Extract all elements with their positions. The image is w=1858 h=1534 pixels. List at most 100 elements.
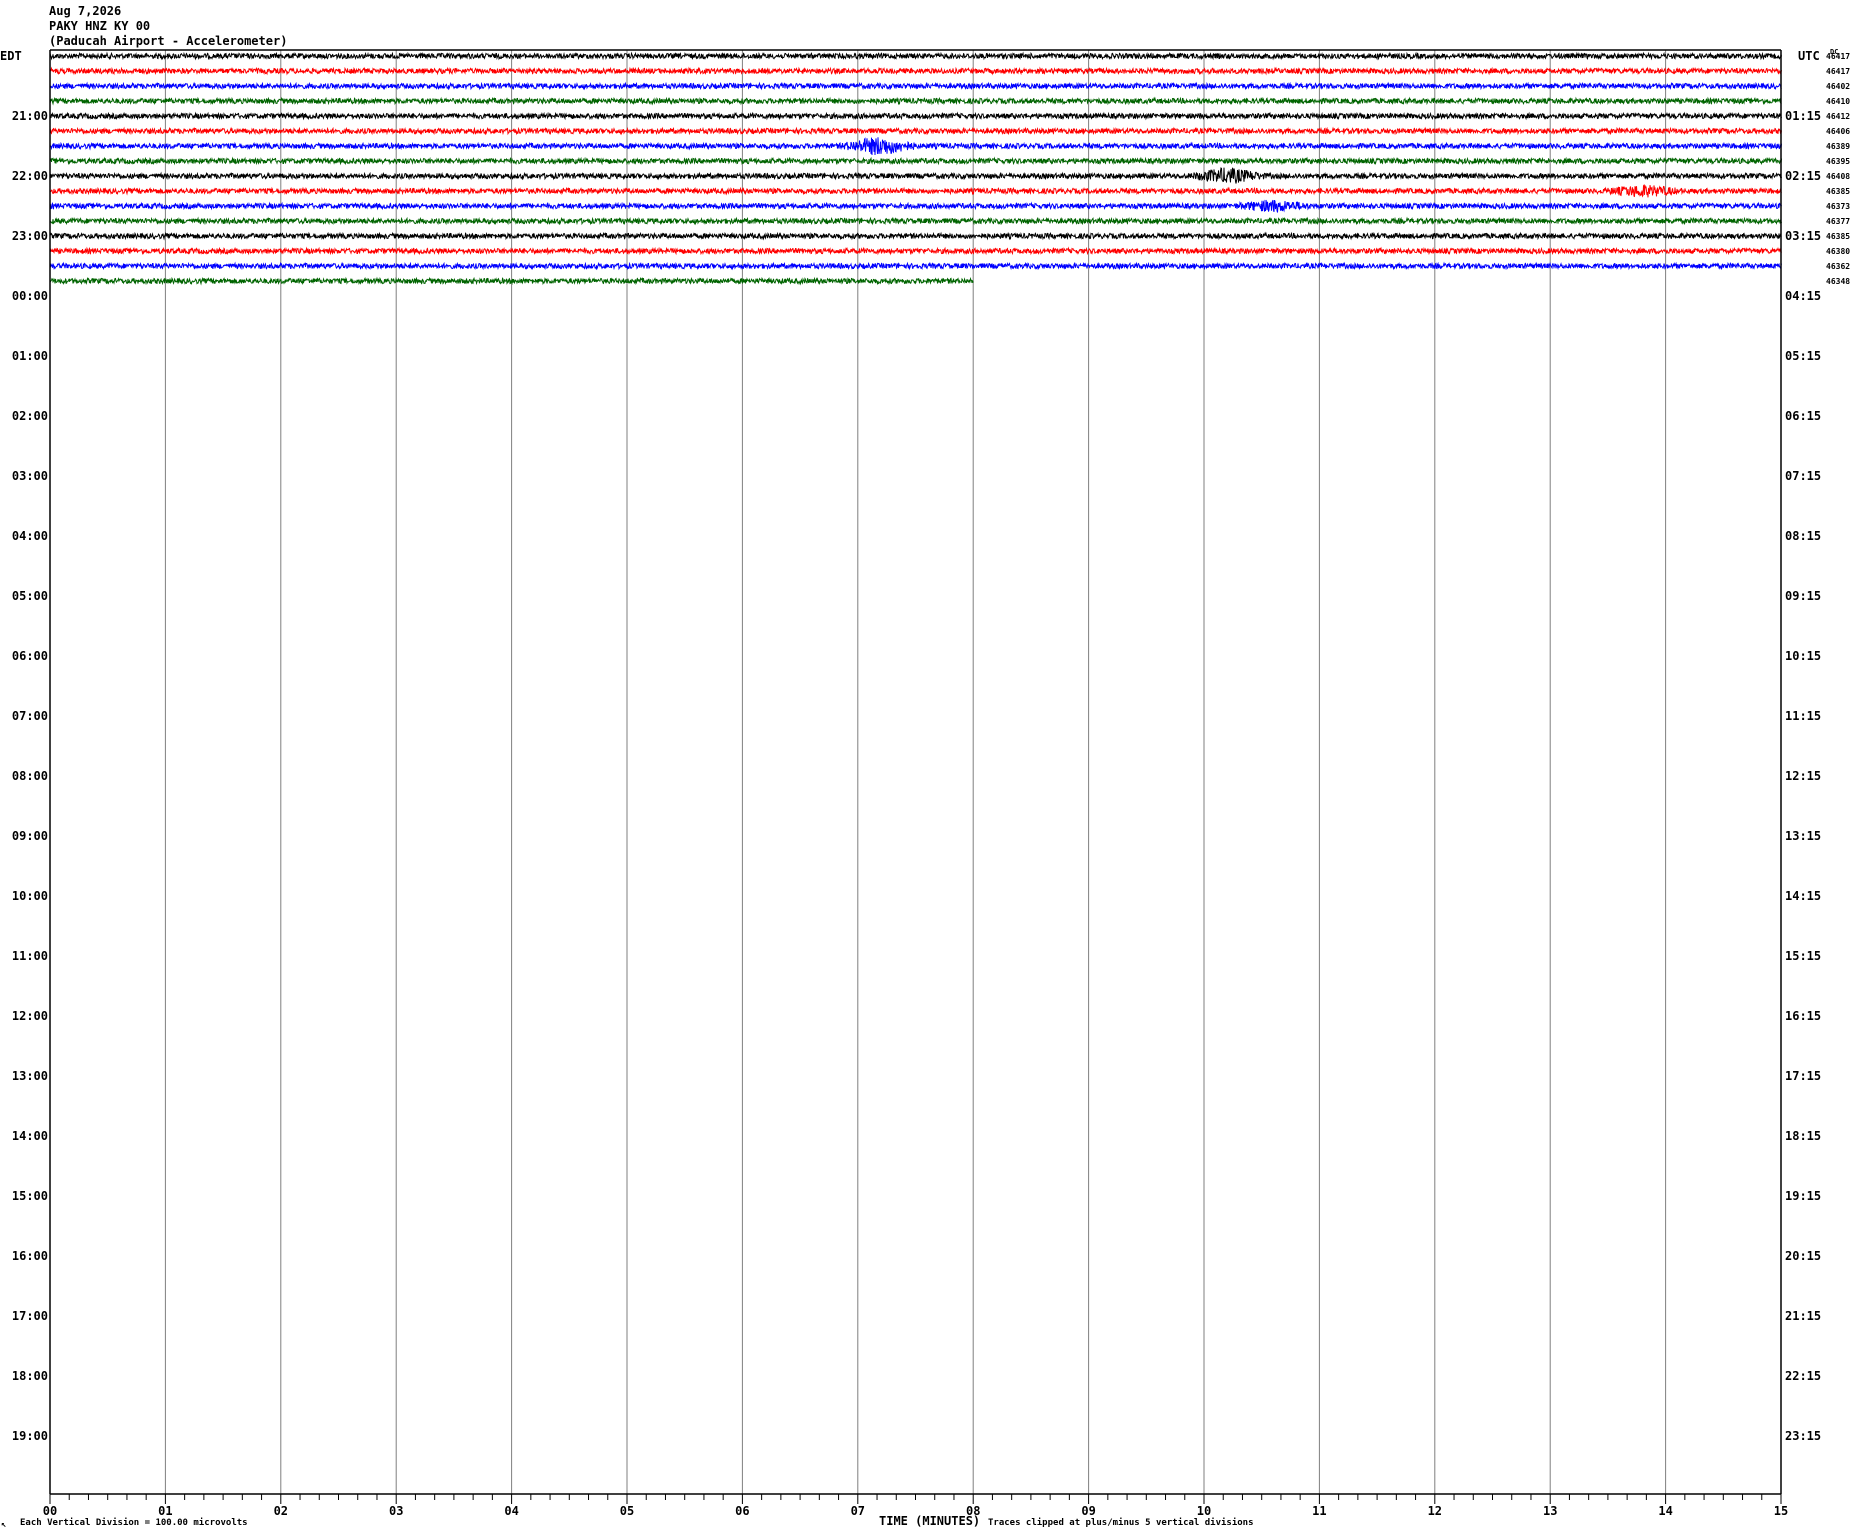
right-hour-label: 20:15 [1785,1249,1821,1263]
footer-clipping-note: Traces clipped at plus/minus 5 vertical … [988,1517,1254,1528]
right-hour-label: 04:15 [1785,289,1821,303]
left-timezone-label: EDT [0,49,22,63]
left-hour-label: 00:00 [12,289,48,303]
trace-count-label: 46385 [1826,232,1850,241]
right-hour-label: 18:15 [1785,1129,1821,1143]
x-tick-label: 02 [274,1504,288,1518]
x-tick-label: 11 [1312,1504,1326,1518]
left-hour-label: 02:00 [12,409,48,423]
corner-mark: ↖ [1,1520,6,1530]
right-hour-label: 19:15 [1785,1189,1821,1203]
left-hour-label: 22:00 [12,169,48,183]
trace-count-label: 46380 [1826,247,1850,256]
trace-7 [49,137,1782,156]
left-hour-label: 10:00 [12,889,48,903]
left-hour-label: 11:00 [12,949,48,963]
right-hour-label: 06:15 [1785,409,1821,423]
right-timezone-label: UTC [1798,49,1820,63]
x-tick-label: 14 [1658,1504,1672,1518]
left-hour-label: 03:00 [12,469,48,483]
trace-9 [49,167,1782,184]
right-hour-label: 12:15 [1785,769,1821,783]
right-hour-label: 09:15 [1785,589,1821,603]
x-tick-label: 05 [620,1504,634,1518]
right-hour-label: 01:15 [1785,109,1821,123]
seismic-traces [49,51,1782,286]
left-hour-label: 08:00 [12,769,48,783]
x-tick-label: 07 [851,1504,865,1518]
trace-count-label: 46395 [1826,157,1850,166]
trace-1 [49,51,1782,61]
left-hour-label: 18:00 [12,1369,48,1383]
left-hour-label: 17:00 [12,1309,48,1323]
trace-5 [49,111,1782,121]
x-tick-label: 01 [158,1504,172,1518]
right-hour-label: 08:15 [1785,529,1821,543]
x-axis-ticks [49,1494,1782,1504]
trace-count-label: 46402 [1826,82,1850,91]
trace-count-label: 46377 [1826,217,1850,226]
trace-14 [49,246,1782,256]
right-hour-label: 07:15 [1785,469,1821,483]
right-hour-label: 05:15 [1785,349,1821,363]
trace-3 [49,81,1782,91]
right-hour-label: 02:15 [1785,169,1821,183]
x-tick-label: 13 [1543,1504,1557,1518]
trace-4 [49,96,1782,106]
left-hour-label: 21:00 [12,109,48,123]
trace-8 [49,156,1782,166]
trace-15 [49,261,1782,271]
trace-count-label: 46373 [1826,202,1850,211]
right-hour-label: 11:15 [1785,709,1821,723]
left-hour-label: 07:00 [12,709,48,723]
right-hour-label: 23:15 [1785,1429,1821,1443]
trace-count-label: 46406 [1826,127,1850,136]
trace-count-label: 46410 [1826,97,1850,106]
trace-count-label: 46412 [1826,112,1850,121]
trace-6 [49,126,1782,136]
trace-count-label: 46385 [1826,187,1850,196]
x-tick-label: 10 [1197,1504,1211,1518]
trace-count-label: 46408 [1826,172,1850,181]
x-tick-label: 06 [735,1504,749,1518]
left-hour-label: 06:00 [12,649,48,663]
right-hour-label: 17:15 [1785,1069,1821,1083]
x-tick-label: 15 [1774,1504,1788,1518]
trace-count-label: 46389 [1826,142,1850,151]
x-tick-label: 00 [43,1504,57,1518]
trace-count-label: 46362 [1826,262,1850,271]
right-hour-label: 10:15 [1785,649,1821,663]
right-hour-label: 15:15 [1785,949,1821,963]
right-hour-label: 03:15 [1785,229,1821,243]
trace-count-label: 46417 [1826,67,1850,76]
x-tick-label: 03 [389,1504,403,1518]
right-hour-label: 16:15 [1785,1009,1821,1023]
trace-10 [49,183,1782,198]
right-hour-label: 13:15 [1785,829,1821,843]
left-hour-label: 01:00 [12,349,48,363]
footer-vertical-division: Each Vertical Division = 100.00 microvol… [20,1517,248,1528]
right-hour-label: 21:15 [1785,1309,1821,1323]
trace-13 [49,231,1782,241]
left-hour-label: 05:00 [12,589,48,603]
axis-labels: 4641746417464024641046412464064638946395… [0,48,1850,1530]
trace-12 [49,216,1782,226]
right-hour-label: 22:15 [1785,1369,1821,1383]
left-hour-label: 04:00 [12,529,48,543]
left-hour-label: 14:00 [12,1129,48,1143]
trace-2 [49,66,1782,76]
counts-header: DC [1830,48,1838,56]
left-hour-label: 12:00 [12,1009,48,1023]
trace-11 [49,199,1782,213]
left-hour-label: 19:00 [12,1429,48,1443]
left-hour-label: 09:00 [12,829,48,843]
left-hour-label: 16:00 [12,1249,48,1263]
x-tick-label: 12 [1428,1504,1442,1518]
x-axis-title: TIME (MINUTES) [879,1514,980,1528]
right-hour-label: 14:15 [1785,889,1821,903]
left-hour-label: 13:00 [12,1069,48,1083]
helicorder-plot: 4641746417464024641046412464064638946395… [0,48,1850,1530]
x-tick-label: 09 [1081,1504,1095,1518]
left-hour-label: 15:00 [12,1189,48,1203]
x-tick-label: 04 [504,1504,518,1518]
